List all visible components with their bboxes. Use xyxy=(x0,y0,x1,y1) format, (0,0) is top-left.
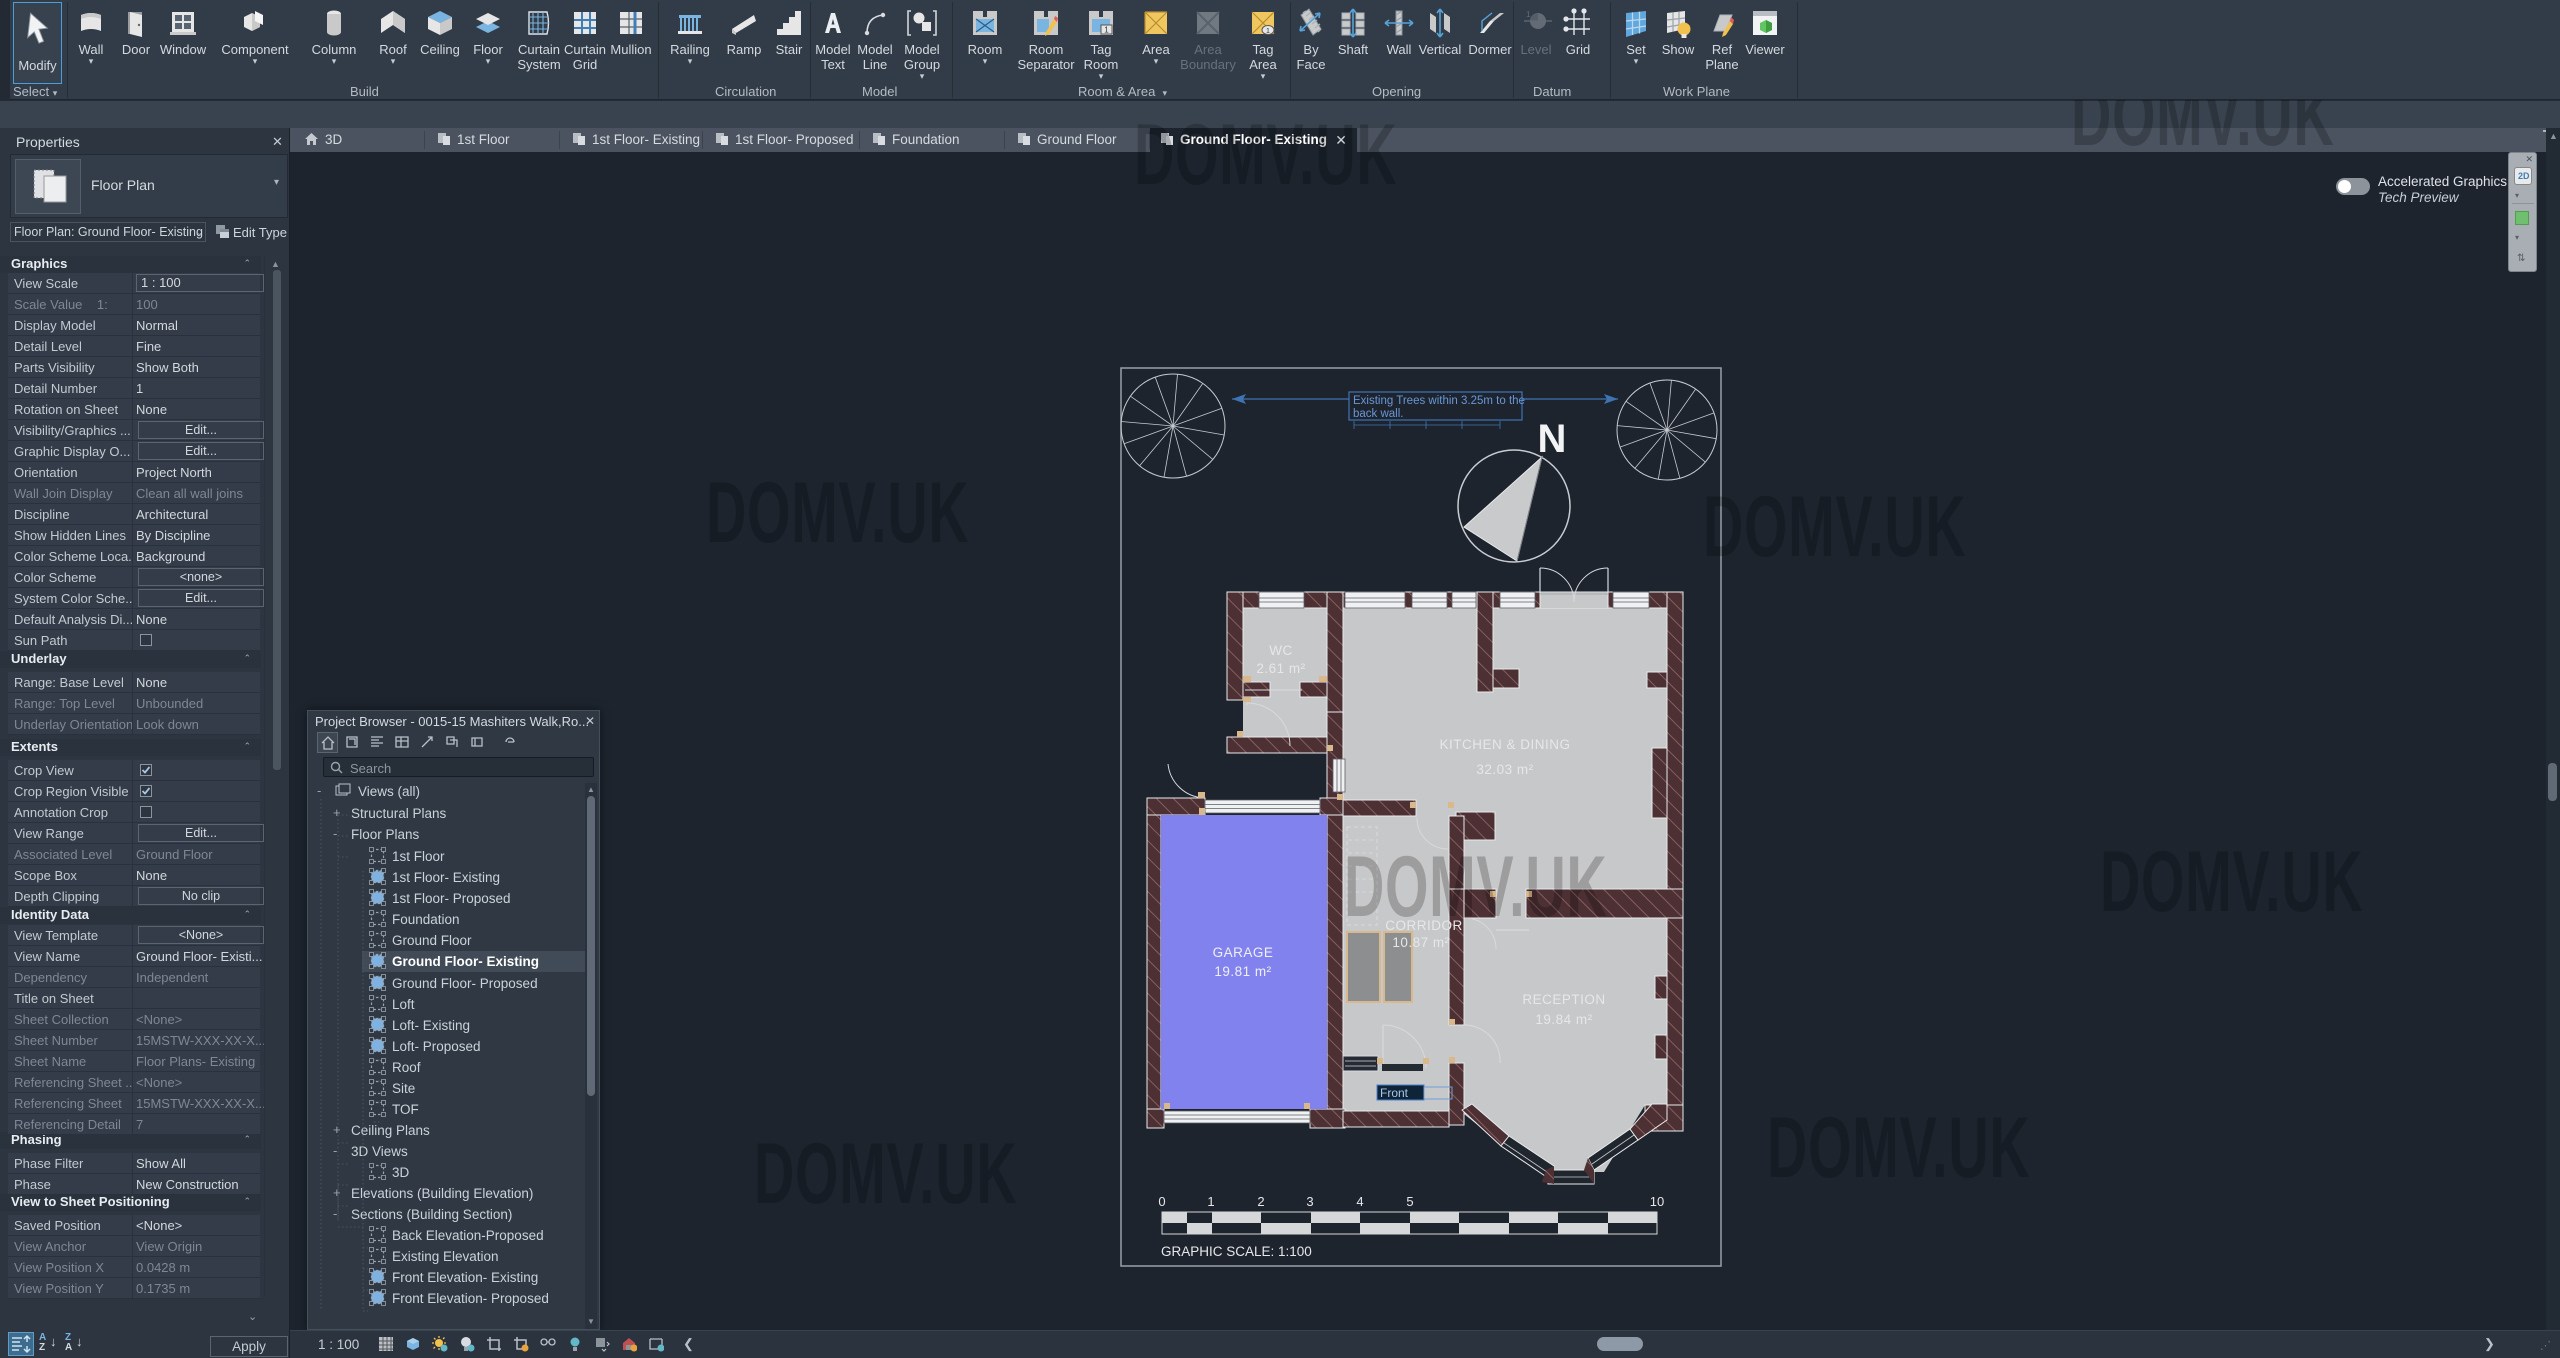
svg-text:WC: WC xyxy=(1269,643,1293,658)
svg-text:GRAPHIC SCALE: 1:100: GRAPHIC SCALE: 1:100 xyxy=(1161,1244,1312,1259)
svg-text:1: 1 xyxy=(1526,10,1531,19)
svg-text:19.84 m²: 19.84 m² xyxy=(1535,1012,1592,1027)
svg-text:N: N xyxy=(1538,417,1567,461)
svg-text:1: 1 xyxy=(1266,28,1270,35)
svg-text:19.81 m²: 19.81 m² xyxy=(1214,964,1271,979)
svg-text:1: 1 xyxy=(1104,26,1109,35)
svg-text:RECEPTION: RECEPTION xyxy=(1522,992,1605,1007)
svg-text:10: 10 xyxy=(1650,1194,1664,1209)
svg-text:3: 3 xyxy=(1306,1194,1313,1209)
svg-text:2.61 m²: 2.61 m² xyxy=(1256,661,1305,676)
svg-text:32.03 m²: 32.03 m² xyxy=(1476,762,1533,777)
svg-text:10.87 m²: 10.87 m² xyxy=(1392,935,1449,950)
svg-text:GARAGE: GARAGE xyxy=(1213,945,1274,960)
svg-text:4: 4 xyxy=(1356,1194,1363,1209)
svg-text:Existing Trees within 3.25m to: Existing Trees within 3.25m to the xyxy=(1353,395,1525,407)
svg-text:2: 2 xyxy=(1257,1194,1264,1209)
svg-text:1: 1 xyxy=(1207,1194,1214,1209)
svg-text:0: 0 xyxy=(1158,1194,1165,1209)
svg-text:5: 5 xyxy=(1406,1194,1413,1209)
svg-text:back wall.: back wall. xyxy=(1353,408,1404,420)
svg-text:KITCHEN & DINING: KITCHEN & DINING xyxy=(1439,737,1570,752)
svg-text:Front: Front xyxy=(1380,1086,1409,1100)
